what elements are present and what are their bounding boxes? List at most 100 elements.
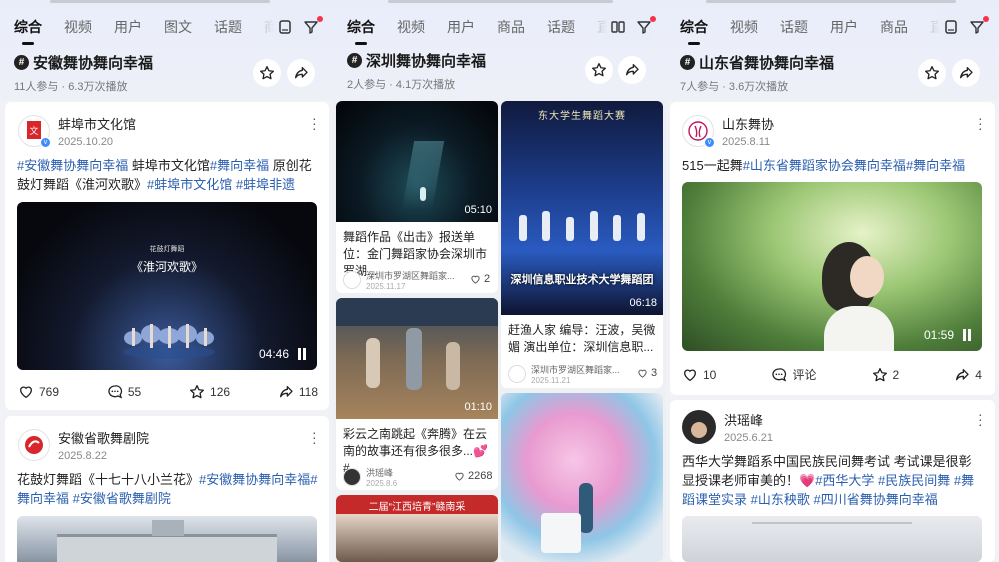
grid-item[interactable]: 东大学生舞蹈大赛 深圳信息职业技术大学舞蹈团 06:18 赶渔人家 编导：汪波，…	[501, 101, 663, 388]
more-options-icon[interactable]: · · ·	[978, 111, 983, 135]
comment-button[interactable]: 55	[107, 384, 141, 400]
more-options-icon[interactable]: · · ·	[978, 407, 983, 431]
hashtag-link[interactable]: #民族民间舞	[878, 473, 950, 488]
more-options-icon[interactable]: · · ·	[312, 111, 317, 135]
share-topic-button[interactable]	[952, 59, 980, 87]
tab-topics[interactable]: 话题	[780, 17, 808, 37]
grid-item[interactable]: 05:10 舞蹈作品《出击》报送单位：金门舞蹈家协会深圳市罗湖... 深圳市罗湖…	[336, 101, 498, 293]
favorite-topic-button[interactable]	[585, 56, 613, 84]
share-topic-button[interactable]	[618, 56, 646, 84]
share-topic-button[interactable]	[287, 59, 315, 87]
comment-button[interactable]: 评论	[771, 366, 816, 383]
avatar[interactable]	[343, 468, 361, 486]
pause-icon[interactable]	[297, 348, 307, 360]
post-card[interactable]: v 山东舞协 2025.8.11 · · · 515一起舞#山东省舞蹈家协会舞向幸福…	[670, 102, 995, 395]
hashtag-link[interactable]: #安徽舞协舞向幸福	[17, 158, 128, 173]
post-card[interactable]: 洪瑶峰 2025.6.21 · · · 西华大学舞蹈系中国民族民间舞考试 考试课是很…	[670, 400, 995, 562]
post-author[interactable]: 安徽省歌舞剧院 2025.8.22	[18, 428, 149, 462]
pause-icon[interactable]	[962, 329, 972, 341]
avatar[interactable]: v	[682, 115, 715, 148]
video-thumbnail[interactable]: 东大学生舞蹈大赛 深圳信息职业技术大学舞蹈团 06:18	[501, 101, 663, 315]
tab-products[interactable]: 商品	[880, 17, 908, 37]
more-options-icon[interactable]: · · ·	[312, 425, 317, 449]
grid-layout-icon[interactable]	[610, 19, 626, 35]
image-preview[interactable]	[682, 516, 982, 562]
tab-users[interactable]: 用户	[830, 17, 858, 37]
hashtag-link[interactable]: #蚌埠市文化馆	[147, 177, 232, 192]
avatar[interactable]	[18, 429, 50, 461]
hashtag-link[interactable]: #蚌埠非遗	[236, 177, 295, 192]
author-name[interactable]: 安徽省歌舞剧院	[58, 428, 149, 447]
share-button[interactable]: 118	[278, 384, 318, 400]
tab-topics[interactable]: 话题	[214, 17, 242, 37]
hashtag-link[interactable]: #安徽舞协舞向幸福	[199, 472, 310, 487]
video-player[interactable]: 01:59	[682, 182, 982, 351]
tab-video[interactable]: 视频	[730, 17, 758, 37]
tab-all[interactable]: 综合	[14, 17, 42, 37]
favorite-topic-button[interactable]	[253, 59, 281, 87]
hashtag-link[interactable]: #西华大学	[815, 473, 874, 488]
image-preview[interactable]	[17, 516, 317, 562]
filter-icon[interactable]	[636, 16, 656, 35]
layout-toggle-icon[interactable]	[277, 19, 293, 35]
dancer-figure	[579, 483, 593, 533]
collect-button[interactable]: 126	[189, 384, 230, 400]
hashtag-link[interactable]: #山东秧歌	[751, 492, 810, 507]
like-button[interactable]: 10	[682, 367, 716, 383]
post-author[interactable]: v 山东舞协 2025.8.11	[682, 114, 774, 148]
tab-topics[interactable]: 话题	[547, 17, 575, 37]
post-card[interactable]: 文 v 蚌埠市文化馆 2025.10.20 · · · #安徽舞协舞向幸福 蚌埠市文…	[5, 102, 329, 410]
author-name[interactable]: 山东舞协	[722, 114, 774, 133]
post-author[interactable]: 文 v 蚌埠市文化馆 2025.10.20	[18, 114, 136, 148]
author-name[interactable]: 蚌埠市文化馆	[58, 114, 136, 133]
tab-video[interactable]: 视频	[64, 17, 92, 37]
hashtag-link[interactable]: #舞向幸福	[210, 158, 269, 173]
post-text: 515一起舞#山东省舞蹈家协会舞向幸福#舞向幸福	[682, 156, 984, 175]
tab-all[interactable]: 综合	[347, 17, 375, 37]
share-button[interactable]: 4	[954, 367, 982, 383]
like-button[interactable]: 2268	[454, 470, 492, 482]
video-thumbnail[interactable]: 二届“江西培青”赣南采	[336, 495, 498, 562]
favorite-topic-button[interactable]	[918, 59, 946, 87]
hashtag-link[interactable]: #舞向幸福	[906, 158, 965, 173]
video-thumbnail[interactable]: 05:10	[336, 101, 498, 222]
collect-button[interactable]: 2	[872, 367, 899, 383]
tab-users[interactable]: 用户	[447, 17, 475, 37]
grid-item[interactable]: 二届“江西培青”赣南采	[336, 495, 498, 562]
tab-all[interactable]: 综合	[680, 17, 708, 37]
like-button[interactable]: 2	[470, 273, 490, 285]
hashtag-link[interactable]: #安徽省歌舞剧院	[73, 491, 171, 506]
tab-image-text[interactable]: 图文	[164, 17, 192, 37]
topic-title: 安徽舞协舞向幸福	[33, 55, 154, 72]
author-name[interactable]: 洪瑶峰	[724, 410, 773, 429]
tab-video[interactable]: 视频	[397, 17, 425, 37]
avatar[interactable]	[508, 365, 526, 383]
item-date: 2025.8.6	[366, 479, 398, 488]
item-author[interactable]: 深圳市罗湖区舞蹈家... 2025.11.21	[508, 363, 628, 385]
item-author[interactable]: 深圳市罗湖区舞蹈家... 2025.11.17	[343, 269, 463, 291]
video-thumbnail[interactable]: 01:10	[336, 298, 498, 419]
topic-title: 山东省舞协舞向幸福	[699, 55, 835, 72]
post-card[interactable]: 安徽省歌舞剧院 2025.8.22 · · · 花鼓灯舞蹈《十七十八小兰花》#安徽舞…	[5, 416, 329, 562]
tab-users[interactable]: 用户	[114, 17, 142, 37]
video-player[interactable]: 花鼓灯舞蹈 《淮河欢歌》 04:46	[17, 202, 317, 370]
video-thumbnail[interactable]	[501, 393, 663, 562]
avatar[interactable]	[682, 410, 716, 444]
avatar[interactable]: 文 v	[18, 115, 51, 148]
item-author[interactable]: 洪瑶峰 2025.8.6	[343, 466, 443, 488]
verified-icon: v	[40, 137, 51, 148]
grid-item[interactable]: 01:10 彩云之南跳起《奔腾》在云南的故事还有很多很多...💕#... 洪瑶峰…	[336, 298, 498, 490]
filter-icon[interactable]	[969, 16, 989, 35]
avatar[interactable]	[343, 271, 361, 289]
hashtag-icon: #	[14, 55, 29, 70]
like-button[interactable]: 3	[637, 367, 657, 379]
grid-item[interactable]	[501, 393, 663, 562]
hashtag-link[interactable]: #山东省舞蹈家协会舞向幸福	[743, 158, 906, 173]
topic-header: # 深圳舞协舞向幸福 2人参与 · 4.1万次播放	[347, 50, 486, 92]
post-author[interactable]: 洪瑶峰 2025.6.21	[682, 410, 773, 444]
tab-products[interactable]: 商品	[497, 17, 525, 37]
like-button[interactable]: 769	[18, 384, 59, 400]
hashtag-link[interactable]: #四川省舞协舞向幸福	[814, 492, 938, 507]
filter-icon[interactable]	[303, 16, 323, 35]
layout-toggle-icon[interactable]	[943, 19, 959, 35]
